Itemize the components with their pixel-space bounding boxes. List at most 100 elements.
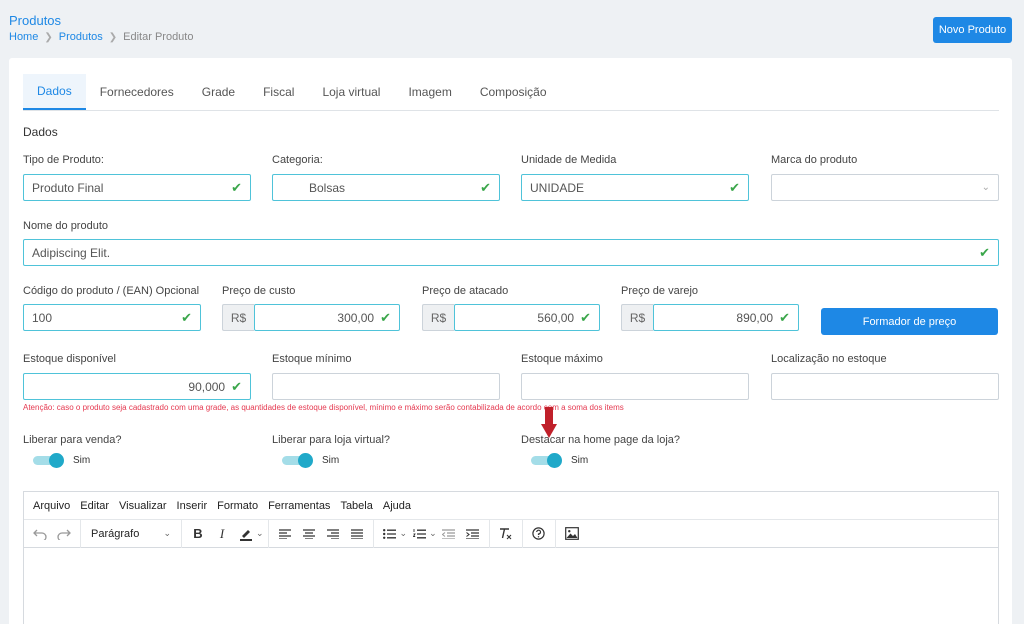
liberar-loja-toggle[interactable]: [282, 453, 314, 468]
section-title: Dados: [23, 125, 58, 139]
redo-icon[interactable]: [52, 523, 76, 545]
chevron-down-icon[interactable]: ⌄: [256, 528, 264, 539]
preco-atacado-label: Preço de atacado: [422, 285, 509, 297]
align-right-icon[interactable]: [321, 523, 345, 545]
tab-loja-virtual[interactable]: Loja virtual: [308, 74, 394, 110]
chevron-down-icon: ⌄: [981, 182, 990, 193]
estoque-min-label: Estoque mínimo: [272, 353, 352, 365]
chevron-down-icon[interactable]: ⌄: [400, 528, 408, 539]
breadcrumb-home[interactable]: Home: [9, 31, 38, 43]
indent-icon[interactable]: [461, 523, 485, 545]
tab-fornecedores[interactable]: Fornecedores: [86, 74, 188, 110]
currency-prefix: R$: [621, 304, 653, 331]
destacar-home-toggle[interactable]: [531, 453, 563, 468]
tipo-produto-value: Produto Final: [32, 180, 104, 195]
chevron-right-icon: ❯: [44, 31, 53, 43]
codigo-value: 100: [32, 310, 53, 325]
arrow-down-icon: [541, 407, 557, 438]
nome-value: Adipiscing Elit.: [32, 245, 111, 260]
italic-button[interactable]: I: [210, 523, 234, 545]
align-center-icon[interactable]: [297, 523, 321, 545]
tipo-produto-select[interactable]: Produto Final ✔: [23, 174, 251, 201]
block-format-select[interactable]: Parágrafo ⌄: [85, 523, 177, 545]
undo-icon[interactable]: [28, 523, 52, 545]
estoque-disp-label: Estoque disponível: [23, 353, 116, 365]
estoque-disp-input[interactable]: 90,000 ✔: [23, 373, 251, 400]
estoque-min-input[interactable]: [272, 373, 500, 400]
align-left-icon[interactable]: [273, 523, 297, 545]
estoque-max-label: Estoque máximo: [521, 353, 603, 365]
align-justify-icon[interactable]: [345, 523, 369, 545]
formador-preco-button[interactable]: Formador de preço: [821, 308, 998, 335]
page-header: Produtos Home ❯ Produtos ❯ Editar Produt…: [0, 0, 1024, 58]
breadcrumb: Home ❯ Produtos ❯ Editar Produto: [9, 31, 193, 43]
currency-prefix: R$: [422, 304, 454, 331]
nome-input[interactable]: Adipiscing Elit. ✔: [23, 239, 999, 266]
highlight-color-icon[interactable]: [234, 523, 258, 545]
check-icon: ✔: [380, 310, 391, 325]
breadcrumb-produtos[interactable]: Produtos: [59, 31, 103, 43]
tab-bar: Dados Fornecedores Grade Fiscal Loja vir…: [23, 74, 999, 111]
estoque-max-input[interactable]: [521, 373, 749, 400]
check-icon: ✔: [480, 180, 491, 195]
liberar-venda-toggle[interactable]: [33, 453, 65, 468]
marca-label: Marca do produto: [771, 154, 858, 166]
rich-text-editor: Arquivo Editar Visualizar Inserir Format…: [23, 491, 999, 624]
page-title: Produtos: [9, 13, 62, 28]
menu-arquivo[interactable]: Arquivo: [28, 500, 75, 512]
menu-visualizar[interactable]: Visualizar: [114, 500, 172, 512]
help-icon[interactable]: [527, 523, 551, 545]
codigo-input[interactable]: 100 ✔: [23, 304, 201, 331]
menu-ferramentas[interactable]: Ferramentas: [263, 500, 335, 512]
bullet-list-icon[interactable]: [378, 523, 402, 545]
tipo-produto-label: Tipo de Produto:: [23, 154, 104, 166]
alignment-group: [269, 519, 374, 548]
check-icon: ✔: [181, 310, 192, 325]
editor-content-area[interactable]: [24, 548, 998, 624]
codigo-label: Código do produto / (EAN) Opcional: [23, 285, 200, 297]
preco-atacado-input[interactable]: 560,00 ✔: [454, 304, 600, 331]
tab-imagem[interactable]: Imagem: [394, 74, 465, 110]
marca-select[interactable]: ⌄: [771, 174, 999, 201]
clear-formatting-icon[interactable]: [494, 523, 518, 545]
history-group: [24, 519, 81, 548]
media-group: [556, 520, 588, 548]
toggle-state: Sim: [73, 454, 91, 466]
tab-grade[interactable]: Grade: [188, 74, 249, 110]
preco-custo-label: Preço de custo: [222, 285, 296, 297]
tab-dados[interactable]: Dados: [23, 74, 86, 110]
categoria-value: Bolsas: [309, 180, 346, 195]
help-group: [523, 519, 556, 548]
currency-prefix: R$: [222, 304, 254, 331]
breadcrumb-current: Editar Produto: [123, 31, 194, 43]
localizacao-input[interactable]: [771, 373, 999, 400]
toggle-state: Sim: [322, 454, 340, 466]
menu-ajuda[interactable]: Ajuda: [378, 500, 416, 512]
liberar-venda-label: Liberar para venda?: [23, 434, 122, 446]
tab-composicao[interactable]: Composição: [466, 74, 561, 110]
unidade-select[interactable]: UNIDADE ✔: [521, 174, 749, 201]
insert-image-icon[interactable]: [560, 523, 584, 545]
editor-toolbar: Parágrafo ⌄ B I ⌄ ⌄ ⌄: [24, 519, 998, 548]
nome-label: Nome do produto: [23, 220, 108, 232]
preco-varejo-input[interactable]: 890,00 ✔: [653, 304, 799, 331]
stock-warning: Atenção: caso o produto seja cadastrado …: [23, 403, 624, 412]
check-icon: ✔: [729, 180, 740, 195]
menu-tabela[interactable]: Tabela: [335, 500, 377, 512]
categoria-select[interactable]: Bolsas ✔: [272, 174, 500, 201]
tab-fiscal[interactable]: Fiscal: [249, 74, 308, 110]
editor-menubar: Arquivo Editar Visualizar Inserir Format…: [24, 492, 998, 520]
new-product-button[interactable]: Novo Produto: [933, 17, 1012, 43]
chevron-down-icon[interactable]: ⌄: [429, 528, 437, 539]
menu-editar[interactable]: Editar: [75, 500, 114, 512]
check-icon: ✔: [979, 245, 990, 260]
bold-button[interactable]: B: [186, 523, 210, 545]
destacar-home-toggle-group: Sim: [531, 453, 588, 468]
preco-custo-input[interactable]: 300,00 ✔: [254, 304, 400, 331]
menu-inserir[interactable]: Inserir: [172, 500, 213, 512]
preco-custo-value: 300,00: [337, 310, 375, 325]
numbered-list-icon[interactable]: [407, 523, 431, 545]
outdent-icon[interactable]: [437, 523, 461, 545]
menu-formato[interactable]: Formato: [212, 500, 263, 512]
chevron-down-icon: ⌄: [163, 528, 171, 538]
